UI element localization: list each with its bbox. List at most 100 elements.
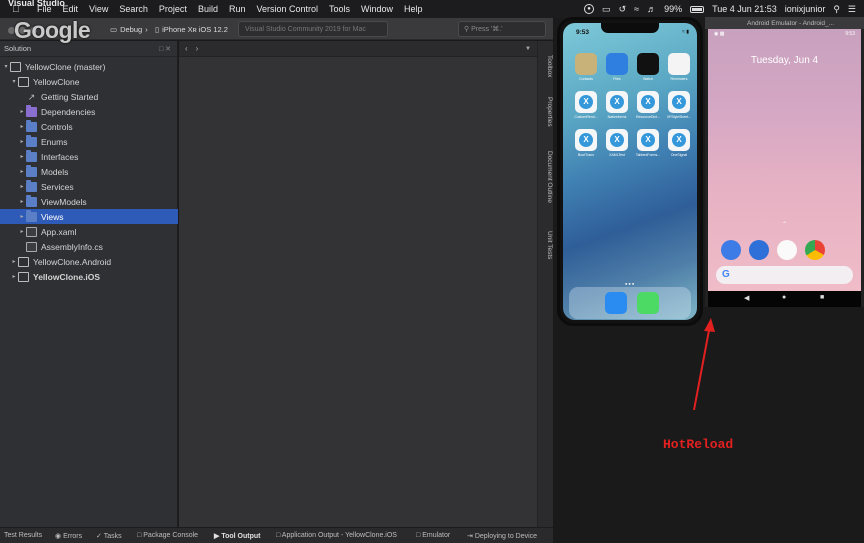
app-icon[interactable]: [606, 91, 628, 113]
app-icon[interactable]: [637, 53, 659, 75]
chrome-icon[interactable]: [805, 240, 825, 260]
app-icon[interactable]: [637, 91, 659, 113]
chevron-right-icon[interactable]: ▸: [10, 258, 18, 265]
android-home-screen[interactable]: ◉ ▩ 9:53 Tuesday, Jun 4 ⌃ G: [708, 29, 861, 291]
chevron-right-icon[interactable]: ▸: [18, 198, 26, 205]
menu-build[interactable]: Build: [198, 4, 218, 14]
deploying-pad[interactable]: ⇥ Deploying to Device: [467, 532, 537, 540]
tree-item[interactable]: AssemblyInfo.cs: [0, 239, 178, 254]
home-icon[interactable]: ●: [782, 294, 786, 301]
app-drawer-caret-icon[interactable]: ⌃: [782, 221, 787, 228]
app-icon[interactable]: [575, 53, 597, 75]
errors-pad[interactable]: ◉ Errors: [55, 532, 82, 540]
chevron-right-icon[interactable]: ▸: [18, 183, 26, 190]
back-icon[interactable]: ◀: [744, 294, 749, 302]
tree-item[interactable]: ▾ YellowClone (master): [0, 59, 178, 74]
tab-document-outline[interactable]: Document Outline: [539, 151, 553, 203]
record-icon[interactable]: ●: [584, 4, 595, 14]
menu-view[interactable]: View: [89, 4, 108, 14]
airplay-icon[interactable]: ▭: [602, 4, 611, 15]
tab-properties[interactable]: Properties: [539, 97, 553, 127]
chevron-right-icon[interactable]: ▸: [18, 168, 26, 175]
tree-item[interactable]: ▸ Enums: [0, 134, 178, 149]
application-output-label: Application Output - YellowClone.iOS: [281, 532, 397, 539]
clock[interactable]: Tue 4 Jun 21:53: [712, 4, 777, 14]
app-icon[interactable]: [668, 53, 690, 75]
chevron-right-icon[interactable]: ▸: [18, 228, 26, 235]
tree-item[interactable]: ↗ Getting Started: [0, 89, 178, 104]
tree-item[interactable]: ▸ Services: [0, 179, 178, 194]
notification-center-icon[interactable]: ☰: [848, 4, 856, 15]
iphone-simulator[interactable]: 9:53 ≈ ▮ Contacts Files Watch Reminders Cust…: [557, 17, 703, 326]
tree-item[interactable]: ▸ ViewModels: [0, 194, 178, 209]
package-console-label: Package Console: [143, 532, 199, 539]
tasks-pad-label: Tasks: [103, 533, 122, 540]
safari-icon[interactable]: [605, 292, 627, 314]
chevron-down-icon[interactable]: ▼: [525, 46, 531, 52]
emulator-pad[interactable]: □ Emulator: [416, 532, 450, 539]
search-input[interactable]: ⚲ Press '⌘.': [458, 21, 546, 37]
battery-icon[interactable]: [690, 5, 705, 13]
editor-area: ‹ › ▼: [179, 41, 537, 527]
menu-project[interactable]: Project: [159, 4, 187, 14]
user-name[interactable]: ionixjunior: [785, 4, 826, 14]
application-output-pad[interactable]: □ Application Output - YellowClone.iOS: [276, 532, 397, 539]
recents-icon[interactable]: ■: [820, 294, 824, 301]
menu-search[interactable]: Search: [119, 4, 148, 14]
chevron-right-icon[interactable]: ▸: [18, 138, 26, 145]
app-icon[interactable]: [575, 129, 597, 151]
tab-toolbox[interactable]: Toolbox: [539, 55, 553, 77]
pad-close-icon[interactable]: □ ✕: [159, 45, 171, 53]
hotreload-annotation-label: HotReload: [663, 437, 734, 452]
wifi-icon[interactable]: ≈: [634, 4, 639, 14]
menu-version-control[interactable]: Version Control: [256, 4, 318, 14]
tasks-pad[interactable]: ✓ Tasks: [96, 532, 122, 540]
chevron-right-icon[interactable]: ▸: [18, 123, 26, 130]
package-console-pad[interactable]: □ Package Console: [137, 532, 198, 539]
menu-help[interactable]: Help: [404, 4, 423, 14]
app-icon[interactable]: [606, 53, 628, 75]
chevron-right-icon[interactable]: ▸: [10, 273, 18, 280]
spotlight-icon[interactable]: ⚲: [833, 4, 840, 15]
tool-output-pad[interactable]: ▶ Tool Output: [214, 532, 260, 540]
chevron-left-icon[interactable]: ‹: [185, 44, 188, 53]
configuration-selector[interactable]: ▭ Debug ›: [110, 22, 148, 36]
chevron-right-icon[interactable]: ▸: [18, 213, 26, 220]
app-icon[interactable]: [637, 129, 659, 151]
tree-item[interactable]: ▸ Controls: [0, 119, 178, 134]
messages-icon[interactable]: [637, 292, 659, 314]
menu-window[interactable]: Window: [361, 4, 393, 14]
play-store-icon[interactable]: [777, 240, 797, 260]
app-icon[interactable]: [575, 91, 597, 113]
app-icon[interactable]: [668, 129, 690, 151]
google-search-bar[interactable]: G: [716, 266, 853, 284]
tree-item[interactable]: ▸ Dependencies: [0, 104, 178, 119]
menu-run[interactable]: Run: [229, 4, 246, 14]
tree-item[interactable]: ▸ Models: [0, 164, 178, 179]
tree-item[interactable]: ▸ YellowClone.iOS: [0, 269, 178, 284]
phone-app-icon[interactable]: [721, 240, 741, 260]
menu-tools[interactable]: Tools: [329, 4, 350, 14]
app-label: ResourceDict...: [636, 115, 660, 119]
timemachine-icon[interactable]: ↺: [619, 4, 627, 15]
test-results-pad[interactable]: Test Results: [4, 532, 42, 539]
tree-item-label: Dependencies: [41, 106, 96, 117]
iphone-home-screen[interactable]: 9:53 ≈ ▮ Contacts Files Watch Reminders Cust…: [563, 23, 697, 320]
app-icon[interactable]: [668, 91, 690, 113]
chevron-right-icon[interactable]: ▸: [18, 108, 26, 115]
volume-icon[interactable]: ♬: [647, 4, 656, 14]
tree-item[interactable]: ▸ App.xaml: [0, 224, 178, 239]
tree-item[interactable]: ▸ Views: [0, 209, 178, 224]
tree-item[interactable]: ▸ YellowClone.Android: [0, 254, 178, 269]
tab-unit-tests[interactable]: Unit Tests: [539, 231, 553, 259]
chevron-down-icon[interactable]: ▾: [2, 63, 10, 70]
tree-item[interactable]: ▾ YellowClone: [0, 74, 178, 89]
chevron-down-icon[interactable]: ▾: [10, 78, 18, 85]
tree-item[interactable]: ▸ Interfaces: [0, 149, 178, 164]
chevron-right-icon[interactable]: ▸: [18, 153, 26, 160]
app-icon[interactable]: [606, 129, 628, 151]
device-selector[interactable]: ▯ iPhone Xʀ iOS 12.2: [155, 22, 228, 36]
tree-item-label: YellowClone: [33, 76, 80, 87]
messages-app-icon[interactable]: [749, 240, 769, 260]
chevron-right-icon[interactable]: ›: [196, 44, 199, 53]
